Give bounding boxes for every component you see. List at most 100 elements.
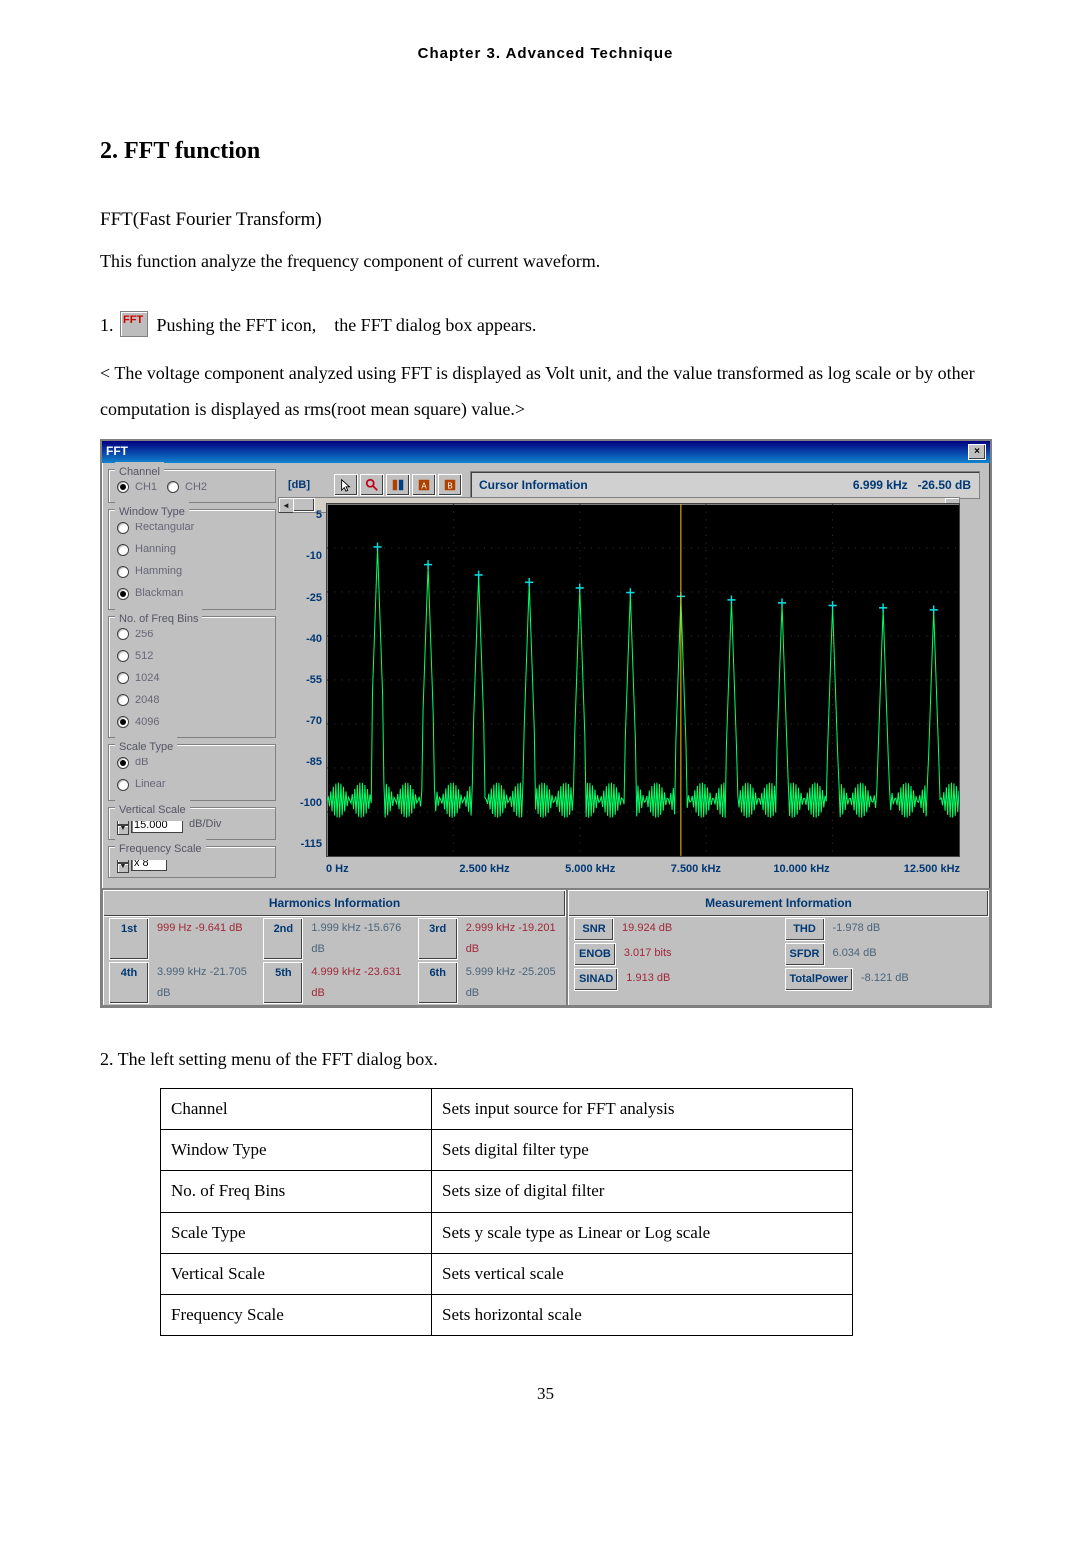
freq-bins-group: No. of Freq Bins 256 512 1024 2048 4096 [108, 616, 276, 738]
step1-text: Pushing the FFT icon, the FFT dialog box… [157, 315, 537, 335]
svg-text:A: A [421, 481, 427, 490]
x-tick: 5.000 kHz [537, 859, 643, 880]
y-axis-unit: [dB] [288, 475, 310, 496]
cursor-a-icon[interactable]: A [412, 474, 436, 496]
table-cell: Sets horizontal scale [432, 1295, 853, 1336]
harmonics-heading: Harmonics Information [103, 890, 566, 917]
measurement-cell: SNR19.924 dB [568, 917, 778, 942]
tool3-icon[interactable] [386, 474, 410, 496]
frequency-scale-legend: Frequency Scale [115, 839, 206, 860]
chapter-heading: Chapter 3. Advanced Technique [100, 40, 991, 69]
x-tick: 2.500 kHz [432, 859, 538, 880]
y-tick: -55 [300, 670, 322, 691]
table-cell: Sets vertical scale [432, 1253, 853, 1294]
y-axis-ticks: 5-10-25-40-55-70-85-100-115 [300, 503, 322, 857]
x-axis-ticks: 0 Hz2.500 kHz5.000 kHz7.500 kHz10.000 kH… [280, 857, 984, 884]
harmonic-cell: 2nd1.999 kHz -15.676 dB [257, 917, 411, 961]
radio-hanning[interactable]: Hanning [117, 539, 269, 560]
harmonic-cell: 1st999 Hz -9.641 dB [103, 917, 257, 961]
y-tick: -25 [300, 588, 322, 609]
harmonic-cell: 4th3.999 kHz -21.705 dB [103, 961, 257, 1005]
fft-note: < The voltage component analyzed using F… [100, 355, 991, 427]
table-row: No. of Freq BinsSets size of digital fil… [161, 1171, 853, 1212]
harmonics-table: 1st999 Hz -9.641 dB2nd1.999 kHz -15.676 … [103, 917, 566, 1005]
settings-table: ChannelSets input source for FFT analysi… [160, 1088, 853, 1337]
window-type-group: Window Type Rectangular Hanning Hamming … [108, 509, 276, 610]
cursor-b-icon[interactable]: B [438, 474, 462, 496]
radio-512[interactable]: 512 [117, 646, 269, 667]
table-cell: Sets digital filter type [432, 1129, 853, 1170]
x-tick: 12.500 kHz [854, 859, 960, 880]
y-tick: 5 [300, 505, 322, 526]
measurement-cell: SFDR6.034 dB [779, 942, 989, 967]
fft-plot-area: [dB] A B Cursor Information 6.999 kHz -2… [280, 463, 990, 889]
table-cell: Sets size of digital filter [432, 1171, 853, 1212]
measurement-cell: ENOB3.017 bits [568, 942, 778, 967]
measurement-cell: TotalPower-8.121 dB [779, 967, 989, 992]
radio-2048[interactable]: 2048 [117, 690, 269, 711]
radio-4096[interactable]: 4096 [117, 712, 269, 733]
cursor-ampl: -26.50 dB [918, 478, 971, 492]
zoom-tool-icon[interactable] [360, 474, 384, 496]
fft-subheading: FFT(Fast Fourier Transform) [100, 202, 991, 238]
channel-legend: Channel [115, 462, 164, 483]
pointer-tool-icon[interactable] [334, 474, 358, 496]
page-number: 35 [100, 1378, 991, 1410]
y-tick: -115 [300, 834, 322, 855]
cursor-info-label: Cursor Information [479, 474, 588, 497]
radio-blackman[interactable]: Blackman [117, 583, 269, 604]
x-tick: 0 Hz [326, 859, 432, 880]
fft-settings-panel: Channel CH1 CH2 Window Type Rectangular … [102, 463, 280, 889]
table-cell: Sets input source for FFT analysis [432, 1088, 853, 1129]
frequency-scale-group: Frequency Scale ▲▼ [108, 846, 276, 878]
fft-toolbar-icon[interactable] [120, 311, 148, 337]
intro-paragraph: This function analyze the frequency comp… [100, 244, 991, 278]
scale-type-legend: Scale Type [115, 737, 177, 758]
plot-toolbar: A B [334, 474, 462, 496]
harmonic-cell: 3rd2.999 kHz -19.201 dB [412, 917, 566, 961]
freq-bins-legend: No. of Freq Bins [115, 609, 202, 630]
info-tables: Harmonics Information 1st999 Hz -9.641 d… [102, 888, 990, 1005]
channel-group: Channel CH1 CH2 [108, 469, 276, 504]
table-row: Window TypeSets digital filter type [161, 1129, 853, 1170]
radio-linear[interactable]: Linear [117, 774, 269, 795]
fft-dialog: FFT × ◄ ► Channel CH1 CH2 Window Type Re… [100, 439, 992, 1008]
x-tick: 7.500 kHz [643, 859, 749, 880]
step-1: 1. Pushing the FFT icon, the FFT dialog … [100, 308, 991, 342]
radio-hamming[interactable]: Hamming [117, 561, 269, 582]
table-row: Scale TypeSets y scale type as Linear or… [161, 1212, 853, 1253]
table-row: Frequency ScaleSets horizontal scale [161, 1295, 853, 1336]
radio-ch2[interactable]: CH2 [167, 477, 207, 498]
x-tick: 10.000 kHz [749, 859, 855, 880]
table-cell: Scale Type [161, 1212, 432, 1253]
table-cell: Channel [161, 1088, 432, 1129]
step1-number: 1. [100, 315, 114, 335]
harmonic-cell: 5th4.999 kHz -23.631 dB [257, 961, 411, 1005]
y-tick: -85 [300, 752, 322, 773]
measurement-table: SNR19.924 dBTHD-1.978 dBENOB3.017 bitsSF… [568, 917, 989, 992]
y-tick: -10 [300, 546, 322, 567]
dialog-title: FFT [106, 440, 968, 463]
svg-text:B: B [447, 481, 452, 490]
table-cell: Window Type [161, 1129, 432, 1170]
step-2: 2. The left setting menu of the FFT dial… [100, 1042, 991, 1076]
vertical-scale-legend: Vertical Scale [115, 800, 190, 821]
table-row: Vertical ScaleSets vertical scale [161, 1253, 853, 1294]
section-title: 2. FFT function [100, 129, 991, 175]
titlebar: FFT × [102, 441, 990, 463]
harmonic-cell: 6th5.999 kHz -25.205 dB [412, 961, 566, 1005]
table-cell: No. of Freq Bins [161, 1171, 432, 1212]
scale-type-group: Scale Type dB Linear [108, 744, 276, 801]
vscale-unit: dB/Div [189, 814, 221, 835]
table-row: ChannelSets input source for FFT analysi… [161, 1088, 853, 1129]
cursor-info-box: Cursor Information 6.999 kHz -26.50 dB [470, 471, 980, 500]
table-cell: Frequency Scale [161, 1295, 432, 1336]
close-button[interactable]: × [968, 444, 986, 460]
measurement-cell: SINAD1.913 dB [568, 967, 778, 992]
window-type-legend: Window Type [115, 502, 189, 523]
radio-1024[interactable]: 1024 [117, 668, 269, 689]
table-cell: Vertical Scale [161, 1253, 432, 1294]
cursor-freq: 6.999 kHz [853, 478, 908, 492]
fft-spectrum-plot[interactable]: ▲ ▼ [326, 503, 960, 857]
y-tick: -40 [300, 629, 322, 650]
